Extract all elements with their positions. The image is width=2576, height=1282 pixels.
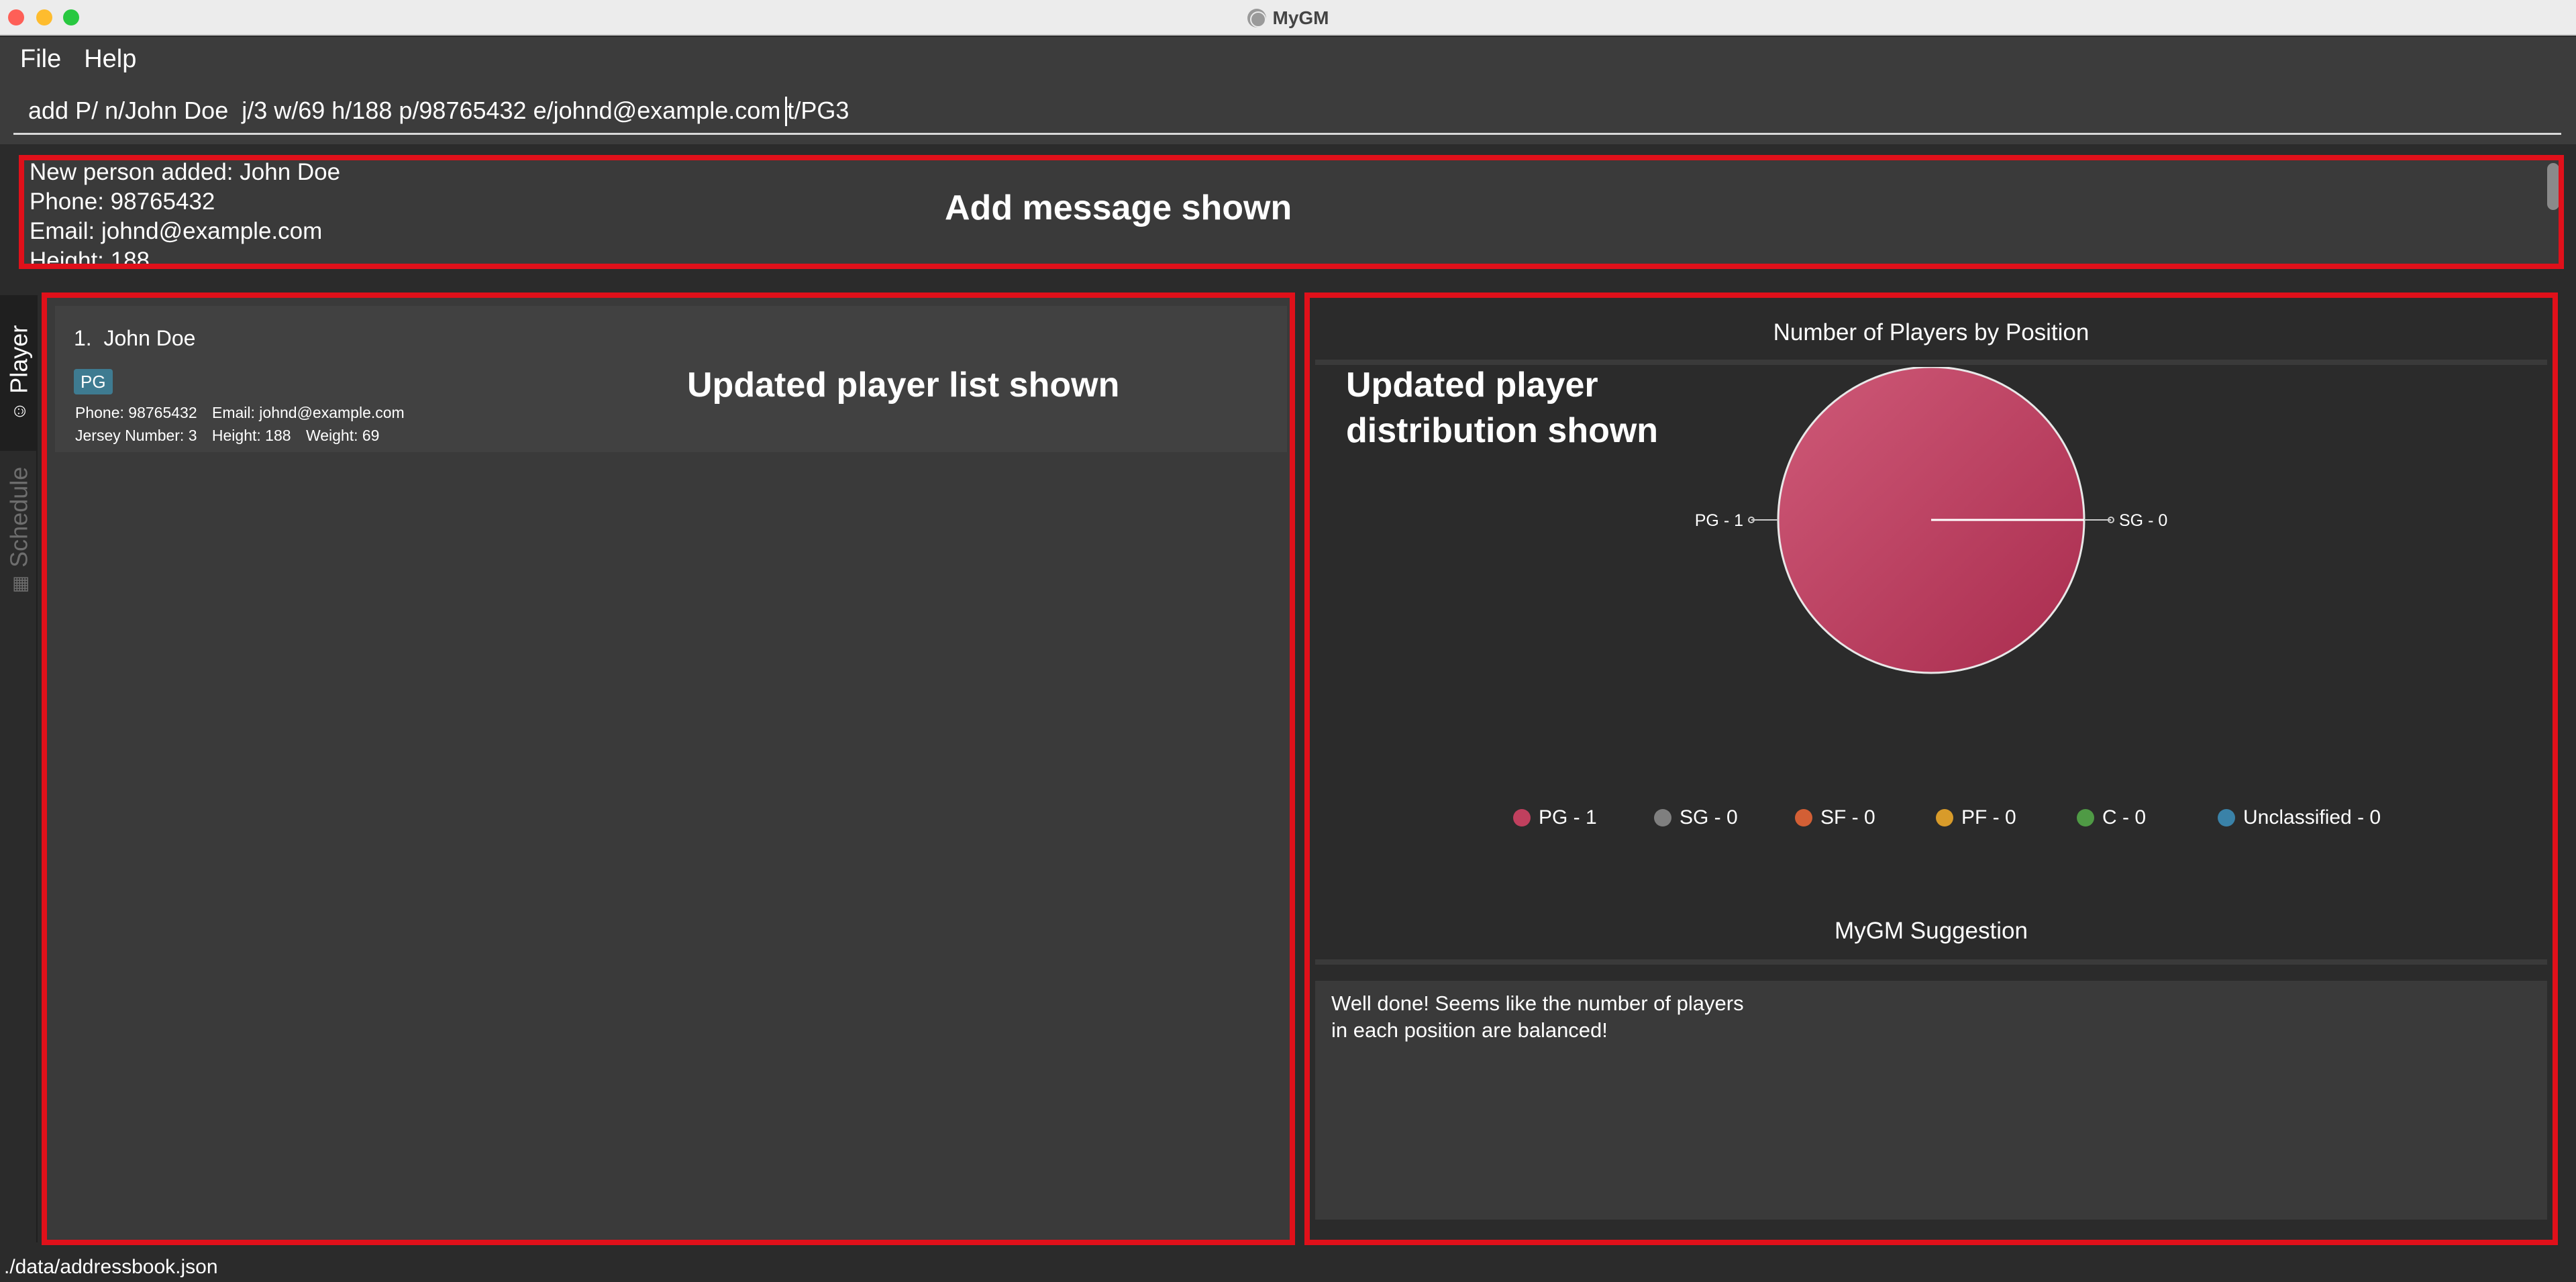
status-file-path: ./data/addressbook.json bbox=[4, 1256, 218, 1278]
smiley-icon: ☺ bbox=[8, 401, 30, 421]
annotation-label-list: Updated player list shown bbox=[687, 366, 1120, 405]
separator bbox=[0, 144, 2576, 154]
annotation-label-distribution: Updated player distribution shown bbox=[1346, 366, 1659, 450]
annotation-box-list bbox=[42, 292, 1295, 1245]
window-title: MyGM bbox=[1272, 7, 1329, 28]
tab-strip: ☺ Player ▦ Schedule bbox=[0, 295, 38, 1242]
tab-schedule[interactable]: ▦ Schedule bbox=[0, 456, 38, 604]
tab-player-label: Player bbox=[5, 325, 33, 394]
title-wrap: MyGM bbox=[0, 0, 2576, 36]
tab-schedule-label: Schedule bbox=[5, 466, 32, 568]
command-area bbox=[0, 81, 2576, 144]
menu-help[interactable]: Help bbox=[84, 45, 136, 74]
tab-player-inner: ☺ Player bbox=[5, 325, 33, 421]
tab-player[interactable]: ☺ Player bbox=[0, 295, 38, 451]
annotation-label-message: Add message shown bbox=[945, 189, 1292, 227]
calendar-icon: ▦ bbox=[8, 575, 30, 594]
tab-schedule-inner: ▦ Schedule bbox=[5, 467, 33, 594]
menu-file[interactable]: File bbox=[20, 45, 61, 74]
menu-bar: File Help bbox=[0, 37, 2576, 81]
command-input[interactable] bbox=[13, 88, 2561, 135]
status-bar: ./data/addressbook.json bbox=[0, 1250, 2576, 1282]
title-bar: MyGM bbox=[0, 0, 2576, 36]
app-window: MyGM File Help New person added: John Do… bbox=[0, 0, 2576, 1282]
basketball-icon bbox=[1247, 8, 1266, 28]
text-cursor bbox=[785, 97, 787, 126]
